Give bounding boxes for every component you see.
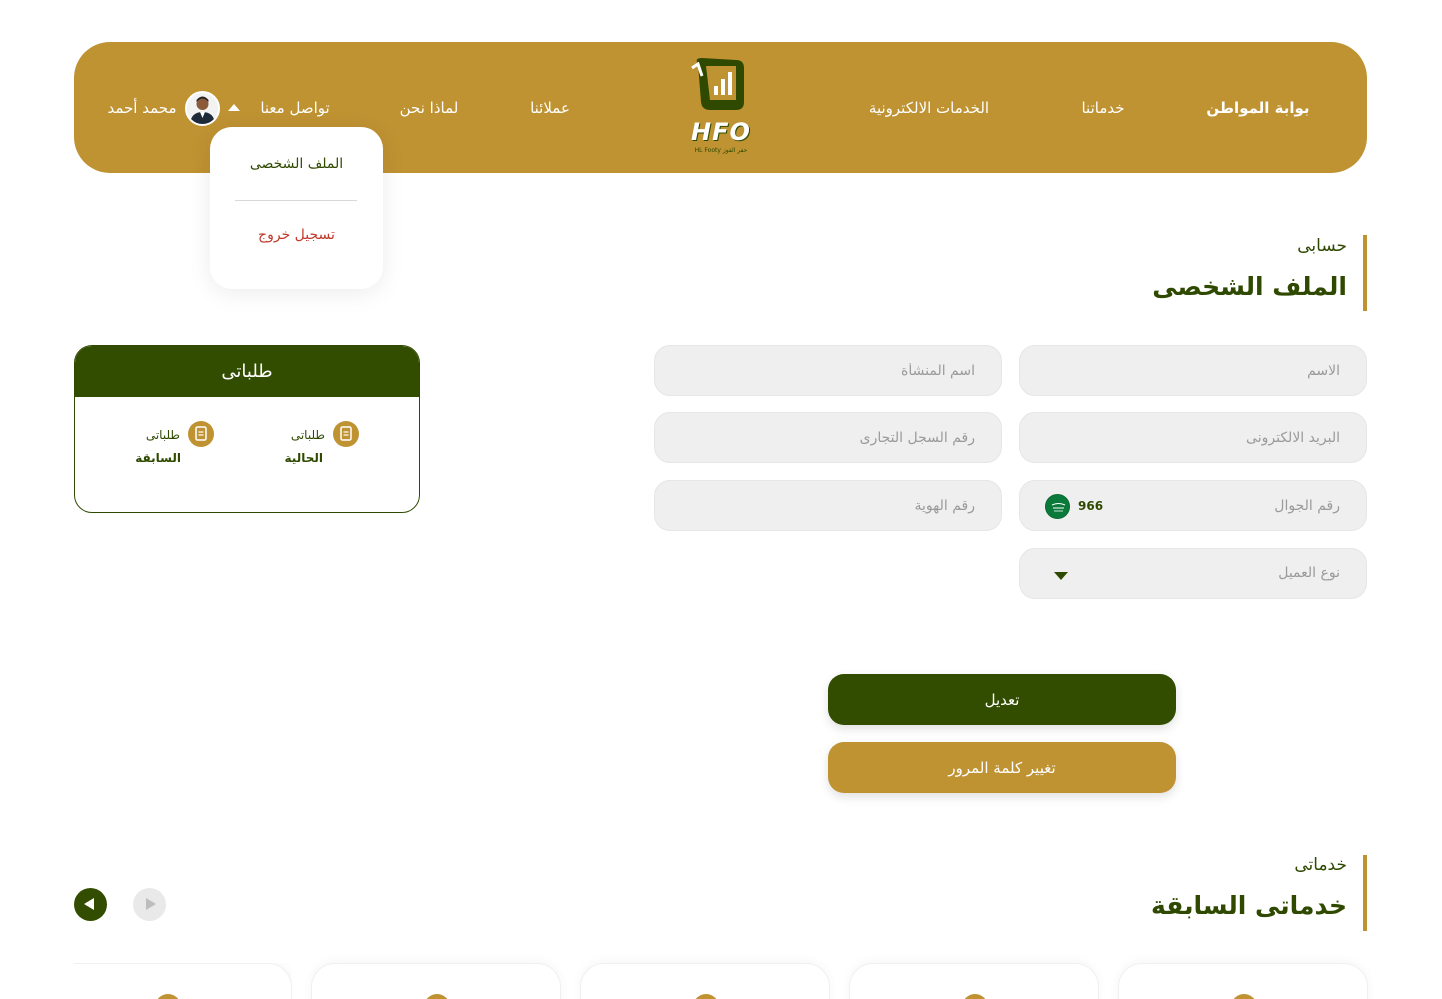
email-field[interactable]	[1019, 412, 1367, 463]
arrow-left-icon	[84, 898, 94, 910]
service-icon	[424, 994, 450, 999]
menu-item-profile[interactable]: الملف الشخصى	[210, 156, 383, 172]
company-field[interactable]	[654, 345, 1002, 396]
carousel-next-button[interactable]	[74, 888, 107, 921]
edit-button[interactable]: تعديل	[828, 674, 1176, 725]
service-card[interactable]	[849, 963, 1099, 999]
orders-line2: السابقة	[135, 451, 181, 465]
logo-tagline: HL Footy حفر الفوز	[694, 147, 748, 154]
service-card[interactable]	[311, 963, 561, 999]
service-icon	[155, 994, 181, 999]
chevron-down-icon[interactable]	[1054, 572, 1068, 580]
company-input[interactable]	[655, 346, 1001, 395]
user-dropdown-menu: الملف الشخصى تسجيل خروج	[210, 127, 383, 289]
orders-card-title: طلباتى	[75, 346, 419, 397]
avatar[interactable]	[185, 91, 220, 126]
id-field[interactable]	[654, 480, 1002, 531]
document-icon	[333, 421, 359, 447]
chevron-up-icon[interactable]	[228, 104, 240, 111]
id-number-input[interactable]	[655, 481, 1001, 530]
page-title: الملف الشخصى	[1152, 272, 1347, 301]
nav-link-our-services[interactable]: خدماتنا	[1081, 99, 1124, 117]
nav-link-citizen-portal[interactable]: بوابة المواطن	[1206, 99, 1309, 117]
menu-item-logout[interactable]: تسجيل خروج	[210, 227, 383, 243]
my-orders-card: طلباتى طلباتى الحالية طلباتى السابقة	[74, 345, 420, 513]
service-icon	[1231, 994, 1257, 999]
user-avatar-icon	[187, 93, 218, 124]
brand-logo[interactable]: HFO HL Footy حفر الفوز	[684, 54, 758, 158]
document-icon	[188, 421, 214, 447]
menu-divider	[235, 200, 357, 201]
change-password-button[interactable]: تغيير كلمة المرور	[828, 742, 1176, 793]
saudi-flag-icon[interactable]	[1045, 494, 1070, 519]
cr-field[interactable]	[654, 412, 1002, 463]
phone-input[interactable]	[1020, 481, 1366, 530]
account-subtitle: حسابى	[1297, 236, 1347, 256]
client-type-select[interactable]: نوع العميل	[1019, 548, 1367, 599]
nav-link-our-clients[interactable]: عملائنا	[530, 99, 570, 117]
email-input[interactable]	[1020, 413, 1366, 462]
service-icon	[962, 994, 988, 999]
previous-orders-link[interactable]: طلباتى السابقة	[130, 421, 250, 471]
name-input[interactable]	[1020, 346, 1366, 395]
logo-text: HFO	[691, 118, 751, 146]
country-code: 966	[1078, 499, 1104, 513]
section-accent-bar	[1363, 235, 1367, 311]
orders-line2: الحالية	[284, 451, 323, 465]
section-accent-bar	[1363, 855, 1367, 931]
phone-field[interactable]: 966	[1019, 480, 1367, 531]
services-title: خدماتى السابقة	[1150, 891, 1347, 920]
nav-link-why-us[interactable]: لماذا نحن	[400, 99, 459, 117]
client-type-placeholder: نوع العميل	[1278, 565, 1340, 581]
nav-link-contact-us[interactable]: تواصل معنا	[260, 99, 329, 117]
service-card[interactable]	[1118, 963, 1368, 999]
arrow-right-icon	[146, 898, 156, 910]
carousel-prev-button[interactable]	[133, 888, 166, 921]
orders-line1: طلباتى	[290, 428, 325, 442]
service-icon	[693, 994, 719, 999]
user-name[interactable]: محمد أحمد	[107, 99, 176, 117]
orders-line1: طلباتى	[145, 428, 180, 442]
logo-phone-chart-icon	[691, 58, 744, 110]
service-card[interactable]	[580, 963, 830, 999]
service-card[interactable]	[74, 963, 292, 999]
cr-number-input[interactable]	[655, 413, 1001, 462]
name-field[interactable]	[1019, 345, 1367, 396]
current-orders-link[interactable]: طلباتى الحالية	[275, 421, 395, 471]
services-subtitle: خدماتى	[1294, 855, 1347, 875]
nav-link-e-services[interactable]: الخدمات الالكترونية	[869, 99, 989, 117]
